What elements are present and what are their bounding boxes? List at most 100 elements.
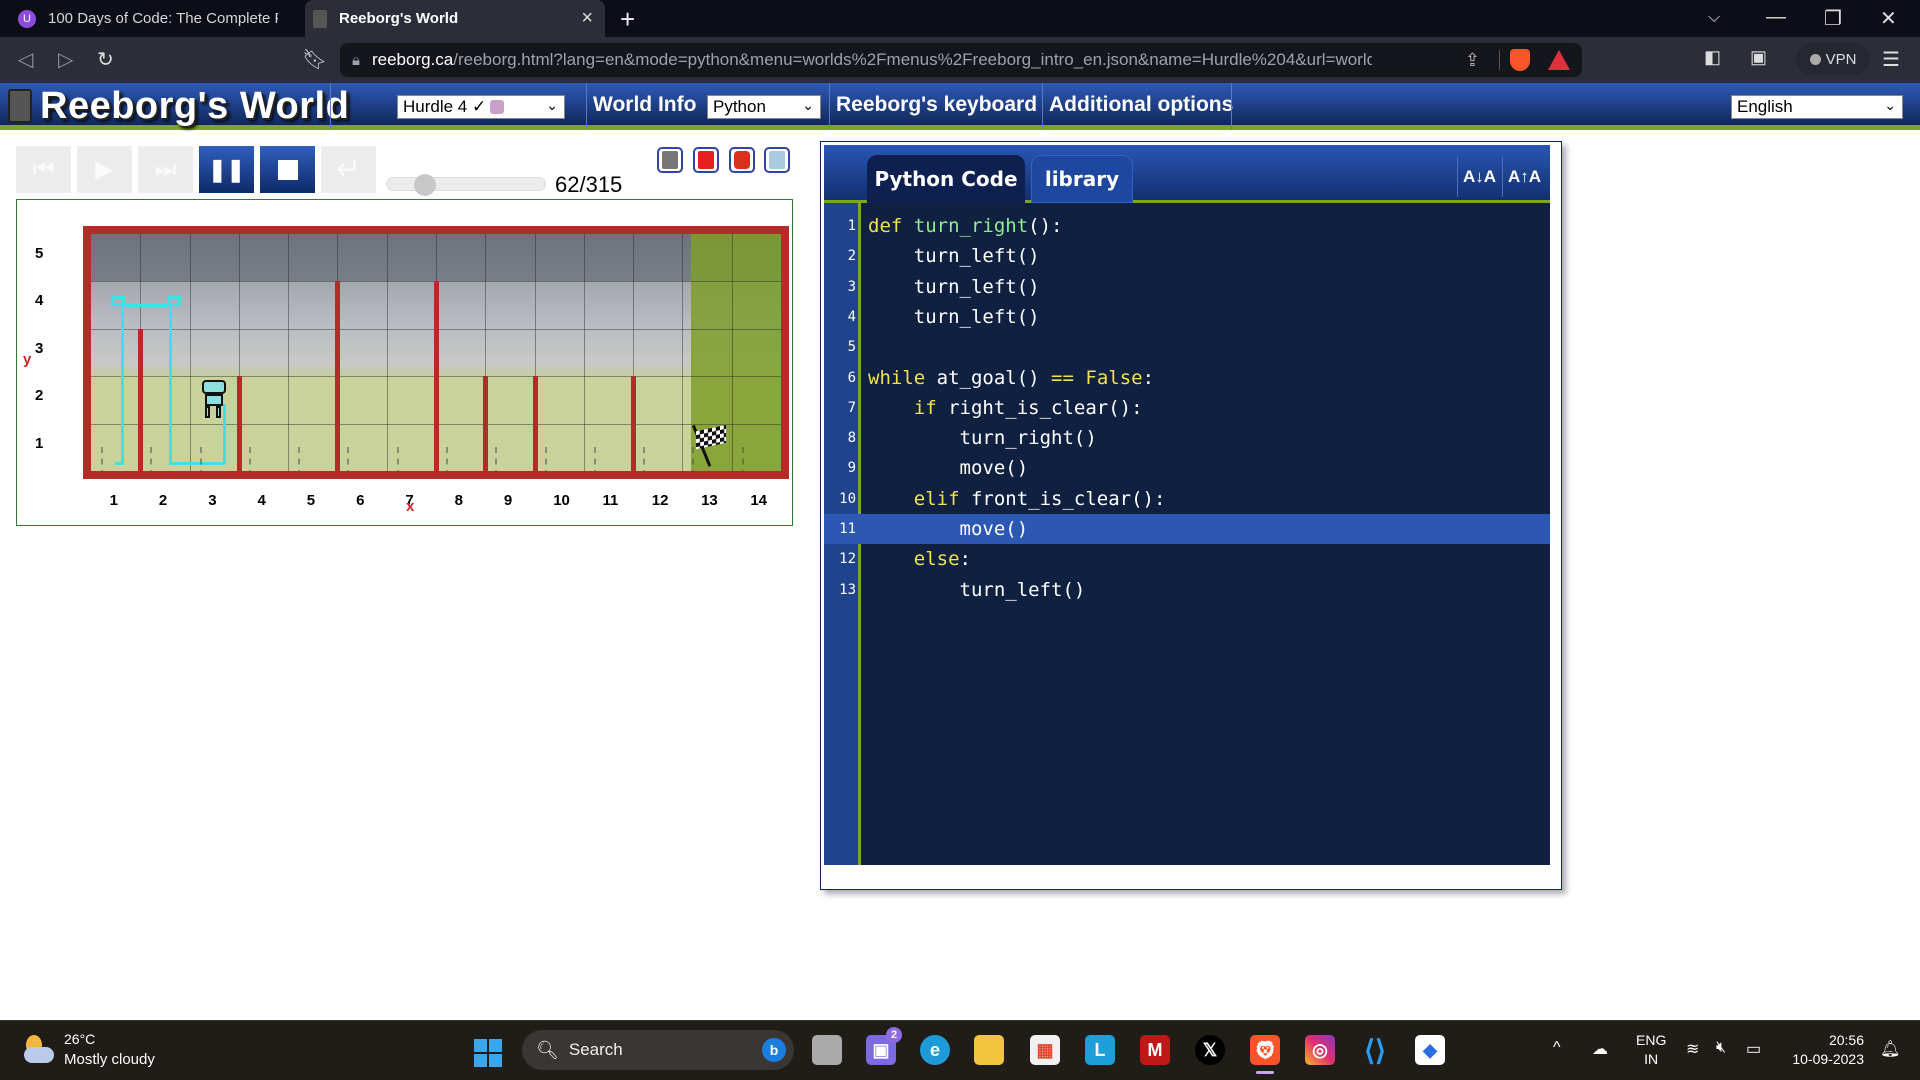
wallet-icon[interactable]: ▣ [1750, 47, 1767, 68]
restore-icon[interactable]: ❐ [1824, 6, 1842, 31]
path-marker [692, 447, 695, 471]
brave-rewards-icon[interactable] [1548, 50, 1570, 70]
minimize-icon[interactable]: — [1766, 6, 1786, 29]
line-number: 5 [847, 339, 856, 356]
code-editor[interactable]: 1 def turn_right(): 2 turn_left() 3 turn_le… [824, 203, 1550, 865]
new-tab-button[interactable]: + [620, 4, 635, 35]
tab-reeborg[interactable]: Reeborg's World × [305, 0, 605, 37]
x-tick-label: 2 [158, 492, 168, 509]
notification-badge: 2 [886, 1027, 902, 1043]
decrease-font-button[interactable]: A↓A [1457, 157, 1501, 197]
classic-robot-icon [662, 151, 678, 169]
world-grid [83, 226, 789, 479]
code-text: turn_left() [868, 245, 1040, 268]
robot-model-red-2[interactable] [729, 147, 755, 173]
world-select[interactable]: Hurdle 4 ✓ ⌄ [397, 95, 565, 119]
code-line[interactable]: 12 else: [824, 544, 1550, 574]
additional-options-button[interactable]: Additional options [1049, 93, 1233, 117]
line-number: 6 [847, 369, 856, 386]
file-explorer-icon[interactable] [974, 1035, 1004, 1065]
stop-button[interactable] [260, 146, 315, 193]
y-tick-label: 4 [35, 292, 44, 310]
code-line[interactable]: 6 while at_goal() == False: [824, 363, 1550, 393]
slider-handle[interactable] [414, 174, 437, 196]
volume-muted-icon[interactable]: 🔇︎ [1716, 1039, 1726, 1057]
address-bar[interactable]: 🔒︎ reeborg.ca/reeborg.html?lang=en&mode=… [340, 43, 1582, 77]
weather-icon[interactable] [22, 1035, 56, 1065]
udemy-icon: U [18, 9, 36, 28]
code-line[interactable]: 2 turn_left() [824, 241, 1550, 271]
code-text: turn_right() [868, 427, 1097, 450]
onedrive-icon[interactable]: ☁︎ [1592, 1039, 1608, 1059]
share-icon[interactable]: ⇪ [1465, 50, 1480, 71]
reeborg-header: Reeborg's World Hurdle 4 ✓ ⌄ World Info … [0, 83, 1920, 130]
robot-model-red-1[interactable] [693, 147, 719, 173]
notifications-icon[interactable]: 🔔︎ [1880, 1039, 1900, 1059]
bookmark-icon[interactable]: 🔖︎ [302, 47, 327, 72]
brave-shields-icon[interactable] [1510, 49, 1530, 71]
code-line[interactable]: 1 def turn_right(): [824, 211, 1550, 241]
line-number: 8 [847, 430, 856, 447]
reverse-step-button[interactable]: ⏮︎ [16, 146, 71, 193]
run-button[interactable]: ▶︎ [77, 146, 132, 193]
pinned-app-icon[interactable]: ◆ [1415, 1035, 1445, 1065]
date: 10-09-2023 [1792, 1051, 1864, 1067]
battery-icon[interactable]: ▭ [1746, 1039, 1761, 1059]
robot-model-blue[interactable] [764, 147, 790, 173]
bing-icon[interactable]: b [762, 1038, 786, 1062]
code-line[interactable]: 7 if right_is_clear(): [824, 393, 1550, 423]
code-line[interactable]: 4 turn_left() [824, 302, 1550, 332]
brave-icon[interactable]: 🦁︎ [1250, 1035, 1280, 1065]
chevron-down-icon: ⌄ [802, 97, 814, 113]
robot-model-classic[interactable] [657, 147, 683, 173]
show-hidden-icons[interactable]: ^ [1553, 1039, 1561, 1057]
mcafee-icon[interactable]: M [1140, 1035, 1170, 1065]
pause-button[interactable]: ❚❚ [199, 146, 254, 193]
x-app-icon[interactable]: 𝕏 [1195, 1035, 1225, 1065]
divider [330, 83, 331, 130]
menu-icon[interactable]: ☰ [1882, 47, 1900, 72]
reload-button[interactable]: ↵ [321, 146, 376, 193]
sidebar-toggle-icon[interactable]: ◧ [1704, 47, 1721, 68]
code-line[interactable]: 5 [824, 332, 1550, 362]
code-line[interactable]: 8 turn_right() [824, 423, 1550, 453]
close-tab-icon[interactable]: × [581, 7, 593, 30]
step-button[interactable]: ⏭︎ [138, 146, 193, 193]
mode-select[interactable]: Python ⌄ [707, 95, 821, 119]
close-window-icon[interactable]: ✕ [1880, 6, 1897, 31]
input-language[interactable]: ENG IN [1636, 1031, 1666, 1069]
code-line[interactable]: 10 elif front_is_clear(): [824, 484, 1550, 514]
taskbar-search[interactable]: 🔍︎ Search b [522, 1030, 794, 1070]
l-app-icon[interactable]: L [1085, 1035, 1115, 1065]
world-info-button[interactable]: World Info [593, 93, 696, 117]
reload-icon[interactable]: ↻ [97, 47, 114, 72]
reeborg-keyboard-button[interactable]: Reeborg's keyboard [836, 93, 1037, 117]
code-text: turn_left() [868, 275, 1040, 298]
code-line[interactable]: 3 turn_left() [824, 272, 1550, 302]
instagram-icon[interactable]: ◎ [1305, 1035, 1335, 1065]
code-line[interactable]: 11 move() [824, 514, 1550, 544]
tab-search-chevron-icon[interactable]: ⌵ [1708, 9, 1720, 27]
tab-title: Reeborg's World [339, 10, 459, 27]
back-icon[interactable]: ◁ [18, 47, 33, 72]
speed-slider[interactable] [386, 174, 546, 196]
vscode-icon[interactable]: ⟨⟩ [1360, 1035, 1390, 1066]
language-select[interactable]: English ⌄ [1731, 95, 1903, 119]
task-view-icon[interactable] [812, 1035, 842, 1065]
teams-icon[interactable]: ▣ 2 [866, 1027, 902, 1065]
tab-python-code[interactable]: Python Code [867, 155, 1025, 203]
vpn-button[interactable]: VPN [1796, 43, 1870, 75]
code-line[interactable]: 9 move() [824, 453, 1550, 483]
time: 20:56 [1828, 1032, 1864, 1048]
edge-icon[interactable]: e [920, 1035, 950, 1065]
forward-icon[interactable]: ▷ [58, 47, 73, 72]
clock[interactable]: 20:56 10-09-2023 [1784, 1031, 1864, 1069]
tab-library[interactable]: library [1031, 155, 1133, 203]
increase-font-button[interactable]: A↑A [1502, 157, 1546, 197]
wifi-icon[interactable]: ≋ [1686, 1039, 1699, 1059]
store-icon[interactable]: ▦ [1030, 1035, 1060, 1065]
tab-udemy[interactable]: U 100 Days of Code: The Complete Pyth [10, 0, 310, 37]
code-line[interactable]: 13 turn_left() [824, 575, 1550, 605]
y-axis-label: y [23, 351, 32, 368]
start-button[interactable] [474, 1039, 502, 1067]
